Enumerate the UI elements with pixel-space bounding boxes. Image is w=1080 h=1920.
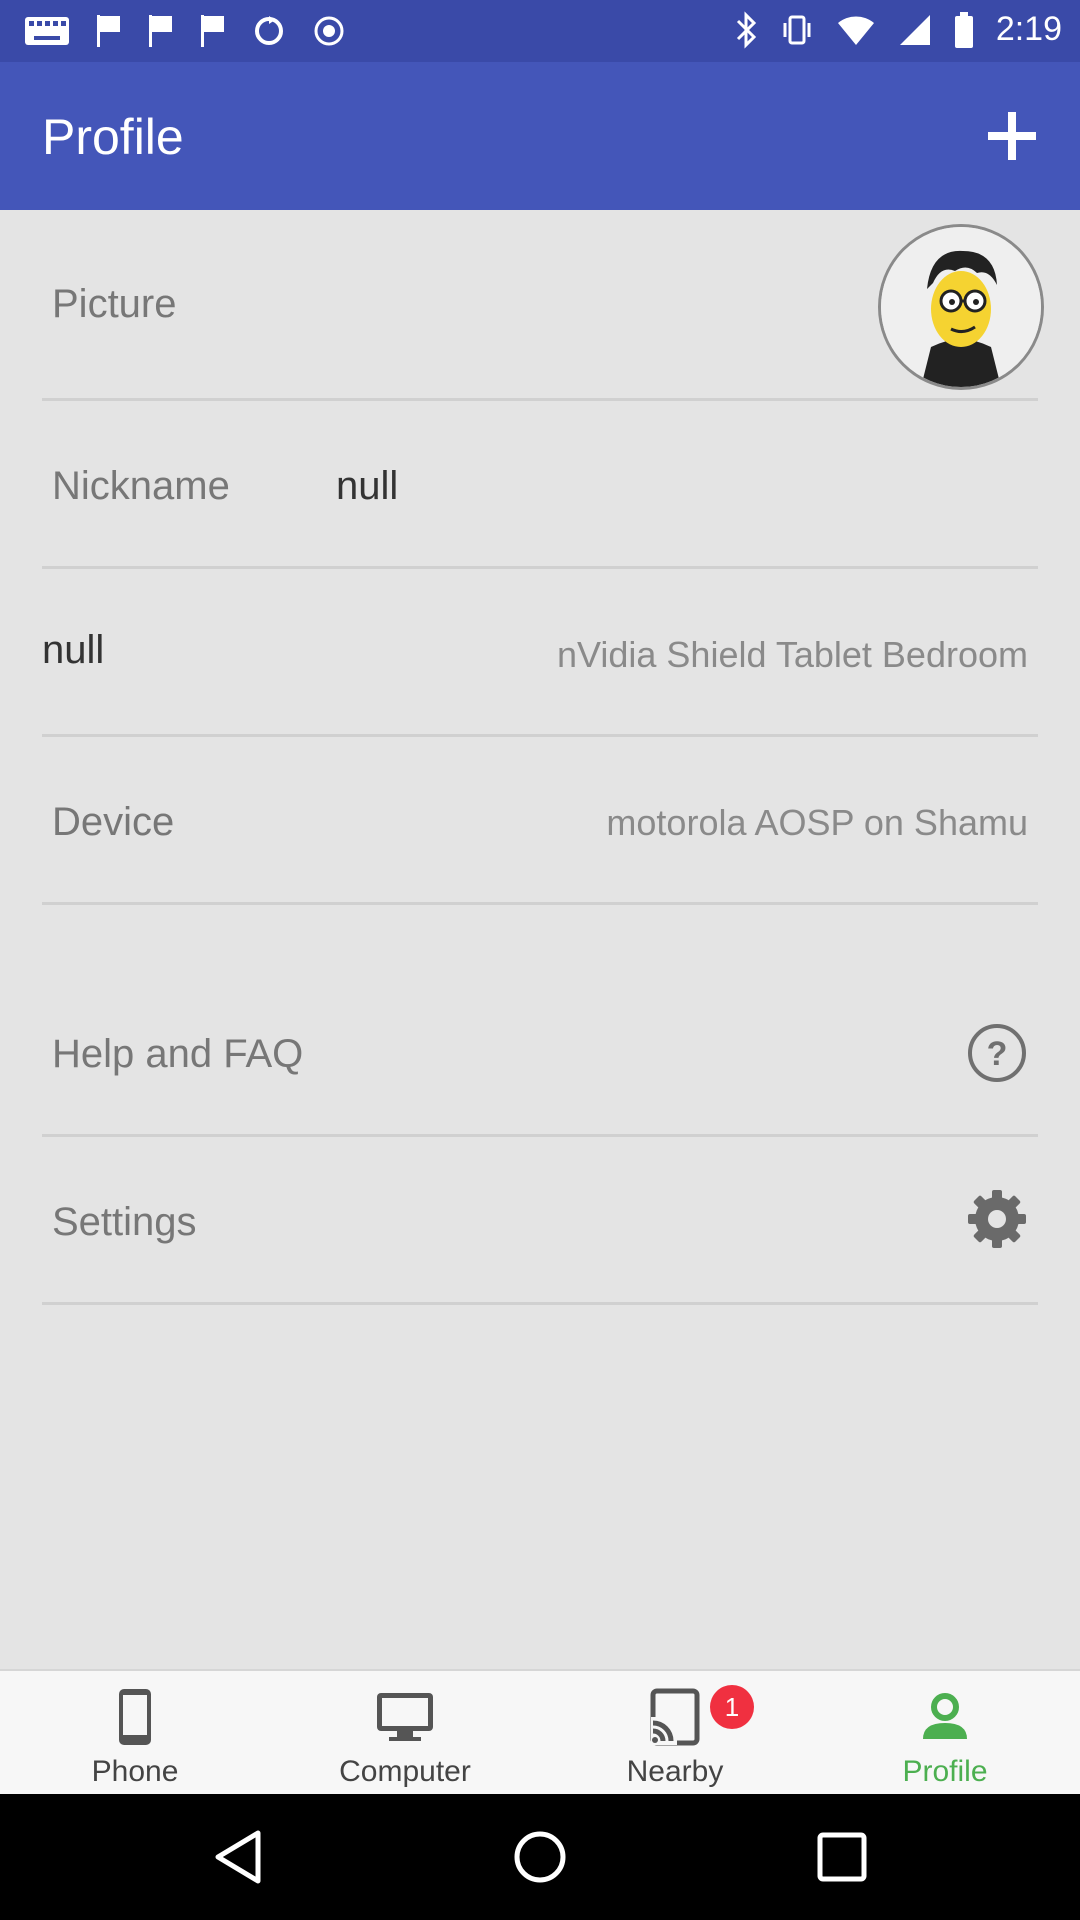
help-row[interactable]: Help and FAQ ?	[42, 902, 1038, 1137]
cast-icon	[650, 1688, 700, 1746]
page-title: Profile	[42, 109, 184, 165]
nav-nearby-label: Nearby	[626, 1755, 724, 1788]
sync-icon	[255, 16, 283, 45]
phone-icon	[119, 1689, 151, 1745]
nearby-badge: 1	[710, 1685, 754, 1729]
help-icon: ?	[968, 1024, 1026, 1082]
gear-icon	[968, 1190, 1026, 1248]
person-icon	[923, 1693, 967, 1739]
bluetooth-icon	[736, 10, 756, 49]
app-bar: Profile	[0, 62, 1080, 210]
name-row[interactable]: null nVidia Shield Tablet Bedroom	[42, 566, 1038, 737]
nav-profile[interactable]: Profile	[810, 1671, 1080, 1796]
home-icon[interactable]	[510, 1827, 570, 1887]
settings-row[interactable]: Settings	[42, 1134, 1038, 1305]
device-row: Device motorola AOSP on Shamu	[42, 734, 1038, 905]
nav-phone[interactable]: Phone	[0, 1671, 270, 1796]
picture-row[interactable]: Picture	[42, 210, 1044, 401]
flag-icon	[201, 15, 224, 47]
battery-icon	[954, 11, 973, 48]
nav-nearby[interactable]: 1 Nearby	[540, 1671, 810, 1796]
settings-label: Settings	[52, 1200, 197, 1244]
nav-phone-label: Phone	[91, 1755, 179, 1788]
svg-text:?: ?	[987, 1035, 1008, 1073]
vibrate-icon	[783, 15, 811, 44]
help-label: Help and FAQ	[52, 1032, 304, 1076]
nickname-label: Nickname	[52, 464, 230, 508]
bottom-nav: Phone Computer 1 Nearby Profile	[0, 1669, 1080, 1796]
device-value: motorola AOSP on Shamu	[606, 802, 1028, 843]
recents-icon[interactable]	[812, 1827, 872, 1887]
avatar-illustration	[881, 227, 1041, 387]
name-value: nVidia Shield Tablet Bedroom	[557, 634, 1028, 675]
nav-profile-label: Profile	[902, 1755, 988, 1788]
device-label: Device	[52, 800, 175, 844]
keyboard-icon	[25, 17, 69, 45]
nickname-row[interactable]: Nickname null	[42, 398, 1038, 569]
back-icon[interactable]	[208, 1827, 268, 1887]
circle-icon	[314, 16, 344, 46]
avatar[interactable]	[878, 224, 1044, 390]
nav-computer-label: Computer	[339, 1755, 471, 1788]
status-bar: 2:19	[0, 0, 1080, 62]
signal-icon	[899, 14, 930, 45]
nickname-value[interactable]: null	[336, 464, 398, 509]
wifi-icon	[837, 15, 874, 45]
picture-label: Picture	[52, 282, 177, 326]
nav-computer[interactable]: Computer	[270, 1671, 540, 1796]
plus-icon[interactable]	[984, 108, 1040, 164]
name-label: null	[42, 628, 105, 672]
system-nav-bar	[0, 1794, 1080, 1920]
status-time: 2:19	[995, 10, 1062, 48]
monitor-icon	[377, 1693, 433, 1741]
flag-icon	[97, 15, 120, 47]
flag-icon	[149, 15, 172, 47]
